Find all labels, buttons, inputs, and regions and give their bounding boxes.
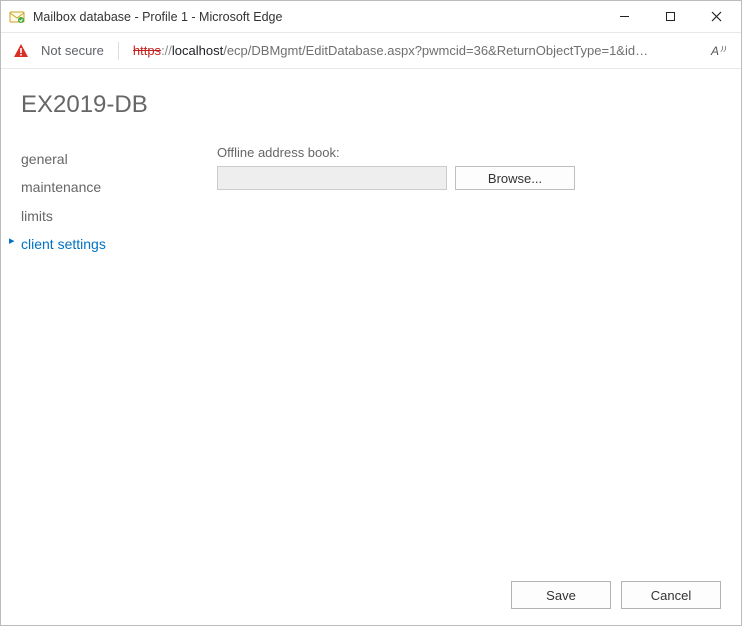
url-display[interactable]: https://localhost/ecp/DBMgmt/EditDatabas… [133,43,695,58]
read-aloud-icon[interactable]: A⁾⁾ [707,40,729,62]
url-slashes: :// [161,43,172,58]
nav-item-limits[interactable]: limits [21,202,189,230]
window-controls [601,2,739,32]
not-secure-icon[interactable] [13,43,29,59]
close-button[interactable] [693,2,739,32]
maximize-button[interactable] [647,2,693,32]
save-button[interactable]: Save [511,581,611,609]
not-secure-label[interactable]: Not secure [41,43,104,58]
oab-input[interactable] [217,166,447,190]
window-title: Mailbox database - Profile 1 - Microsoft… [33,10,282,24]
minimize-button[interactable] [601,2,647,32]
footer-actions: Save Cancel [511,581,721,609]
content-area: EX2019-DB general maintenance limits cli… [1,69,741,627]
main-panel: Offline address book: Browse... [217,145,721,259]
nav-item-maintenance[interactable]: maintenance [21,173,189,201]
browse-button[interactable]: Browse... [455,166,575,190]
nav-item-client-settings[interactable]: client settings [21,230,189,258]
window-titlebar: Mailbox database - Profile 1 - Microsoft… [1,1,741,33]
sidebar-nav: general maintenance limits client settin… [21,145,189,259]
url-scheme: https [133,43,161,58]
cancel-button[interactable]: Cancel [621,581,721,609]
oab-label: Offline address book: [217,145,721,160]
address-bar: Not secure https://localhost/ecp/DBMgmt/… [1,33,741,69]
page-title: EX2019-DB [21,91,721,119]
app-icon [9,9,25,25]
url-path: /ecp/DBMgmt/EditDatabase.aspx?pwmcid=36&… [223,43,648,58]
addressbar-divider [118,42,119,60]
url-host: localhost [172,43,223,58]
nav-item-general[interactable]: general [21,145,189,173]
